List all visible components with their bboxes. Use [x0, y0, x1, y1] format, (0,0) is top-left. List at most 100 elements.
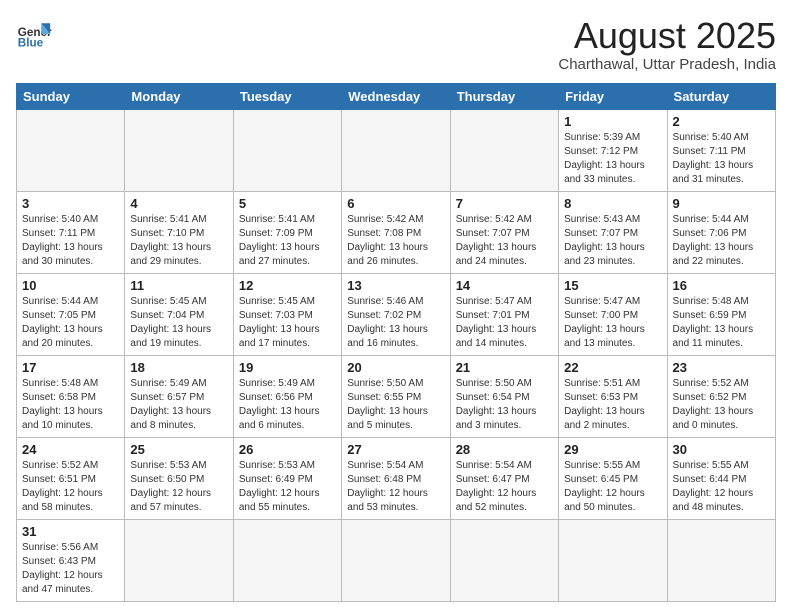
- calendar-cell: [342, 109, 450, 191]
- day-number: 20: [347, 360, 444, 375]
- day-info: Sunrise: 5:43 AM Sunset: 7:07 PM Dayligh…: [564, 213, 661, 269]
- calendar-cell: 24 Sunrise: 5:52 AM Sunset: 6:51 PM Dayli…: [17, 437, 125, 519]
- calendar-cell: 21 Sunrise: 5:50 AM Sunset: 6:54 PM Dayli…: [450, 355, 558, 437]
- calendar-table: SundayMondayTuesdayWednesdayThursdayFrid…: [16, 83, 776, 602]
- day-number: 19: [239, 360, 336, 375]
- calendar-cell: 8Sunrise: 5:43 AM Sunset: 7:07 PM Daylig…: [559, 191, 667, 273]
- day-info: Sunrise: 5:40 AM Sunset: 7:11 PM Dayligh…: [673, 131, 770, 187]
- day-number: 1: [564, 114, 661, 129]
- day-number: 6: [347, 196, 444, 211]
- day-number: 24: [22, 442, 119, 457]
- day-number: 16: [673, 278, 770, 293]
- day-info: Sunrise: 5:50 AM Sunset: 6:54 PM Dayligh…: [456, 377, 553, 433]
- calendar-cell: [450, 519, 558, 601]
- day-info: Sunrise: 5:42 AM Sunset: 7:08 PM Dayligh…: [347, 213, 444, 269]
- day-number: 25: [130, 442, 227, 457]
- day-number: 3: [22, 196, 119, 211]
- day-number: 5: [239, 196, 336, 211]
- day-info: Sunrise: 5:50 AM Sunset: 6:55 PM Dayligh…: [347, 377, 444, 433]
- day-info: Sunrise: 5:44 AM Sunset: 7:05 PM Dayligh…: [22, 295, 119, 351]
- calendar-cell: [125, 519, 233, 601]
- day-number: 30: [673, 442, 770, 457]
- day-info: Sunrise: 5:55 AM Sunset: 6:45 PM Dayligh…: [564, 459, 661, 515]
- calendar-cell: 4Sunrise: 5:41 AM Sunset: 7:10 PM Daylig…: [125, 191, 233, 273]
- day-number: 14: [456, 278, 553, 293]
- calendar-cell: 15 Sunrise: 5:47 AM Sunset: 7:00 PM Dayli…: [559, 273, 667, 355]
- day-number: 18: [130, 360, 227, 375]
- day-number: 22: [564, 360, 661, 375]
- calendar-cell: 23Sunrise: 5:52 AM Sunset: 6:52 PM Dayli…: [667, 355, 775, 437]
- calendar-cell: 27 Sunrise: 5:54 AM Sunset: 6:48 PM Dayli…: [342, 437, 450, 519]
- day-info: Sunrise: 5:54 AM Sunset: 6:47 PM Dayligh…: [456, 459, 553, 515]
- calendar-cell: 29 Sunrise: 5:55 AM Sunset: 6:45 PM Dayli…: [559, 437, 667, 519]
- weekday-header: Thursday: [450, 83, 558, 109]
- day-number: 4: [130, 196, 227, 211]
- day-info: Sunrise: 5:46 AM Sunset: 7:02 PM Dayligh…: [347, 295, 444, 351]
- calendar-cell: 30 Sunrise: 5:55 AM Sunset: 6:44 PM Dayli…: [667, 437, 775, 519]
- day-info: Sunrise: 5:54 AM Sunset: 6:48 PM Dayligh…: [347, 459, 444, 515]
- day-info: Sunrise: 5:49 AM Sunset: 6:56 PM Dayligh…: [239, 377, 336, 433]
- calendar-cell: 1Sunrise: 5:39 AM Sunset: 7:12 PM Daylig…: [559, 109, 667, 191]
- calendar-week-row: 10 Sunrise: 5:44 AM Sunset: 7:05 PM Dayli…: [17, 273, 776, 355]
- calendar-header: SundayMondayTuesdayWednesdayThursdayFrid…: [17, 83, 776, 109]
- day-info: Sunrise: 5:55 AM Sunset: 6:44 PM Dayligh…: [673, 459, 770, 515]
- day-info: Sunrise: 5:48 AM Sunset: 6:58 PM Dayligh…: [22, 377, 119, 433]
- calendar-week-row: 17 Sunrise: 5:48 AM Sunset: 6:58 PM Dayli…: [17, 355, 776, 437]
- calendar-week-row: 1Sunrise: 5:39 AM Sunset: 7:12 PM Daylig…: [17, 109, 776, 191]
- day-info: Sunrise: 5:48 AM Sunset: 6:59 PM Dayligh…: [673, 295, 770, 351]
- calendar-cell: [667, 519, 775, 601]
- weekday-header: Wednesday: [342, 83, 450, 109]
- day-info: Sunrise: 5:47 AM Sunset: 7:00 PM Dayligh…: [564, 295, 661, 351]
- day-info: Sunrise: 5:53 AM Sunset: 6:49 PM Dayligh…: [239, 459, 336, 515]
- calendar-cell: 25Sunrise: 5:53 AM Sunset: 6:50 PM Dayli…: [125, 437, 233, 519]
- calendar-cell: 11 Sunrise: 5:45 AM Sunset: 7:04 PM Dayli…: [125, 273, 233, 355]
- day-number: 31: [22, 524, 119, 539]
- calendar-cell: [342, 519, 450, 601]
- calendar-week-row: 24 Sunrise: 5:52 AM Sunset: 6:51 PM Dayli…: [17, 437, 776, 519]
- day-number: 2: [673, 114, 770, 129]
- svg-text:Blue: Blue: [18, 37, 44, 50]
- day-number: 29: [564, 442, 661, 457]
- logo-icon: General Blue: [16, 16, 52, 52]
- calendar-cell: 14 Sunrise: 5:47 AM Sunset: 7:01 PM Dayli…: [450, 273, 558, 355]
- day-number: 21: [456, 360, 553, 375]
- header: General Blue August 2025 Charthawal, Utt…: [16, 16, 776, 73]
- calendar-title: August 2025: [558, 16, 776, 56]
- calendar-cell: [125, 109, 233, 191]
- day-info: Sunrise: 5:44 AM Sunset: 7:06 PM Dayligh…: [673, 213, 770, 269]
- calendar-cell: 7Sunrise: 5:42 AM Sunset: 7:07 PM Daylig…: [450, 191, 558, 273]
- day-number: 27: [347, 442, 444, 457]
- calendar-cell: 13Sunrise: 5:46 AM Sunset: 7:02 PM Dayli…: [342, 273, 450, 355]
- day-info: Sunrise: 5:40 AM Sunset: 7:11 PM Dayligh…: [22, 213, 119, 269]
- calendar-cell: 9Sunrise: 5:44 AM Sunset: 7:06 PM Daylig…: [667, 191, 775, 273]
- calendar-cell: 22 Sunrise: 5:51 AM Sunset: 6:53 PM Dayli…: [559, 355, 667, 437]
- calendar-cell: 2 Sunrise: 5:40 AM Sunset: 7:11 PM Daylig…: [667, 109, 775, 191]
- day-number: 15: [564, 278, 661, 293]
- weekday-header: Sunday: [17, 83, 125, 109]
- calendar-cell: [233, 109, 341, 191]
- day-number: 10: [22, 278, 119, 293]
- calendar-body: 1Sunrise: 5:39 AM Sunset: 7:12 PM Daylig…: [17, 109, 776, 601]
- calendar-cell: 10 Sunrise: 5:44 AM Sunset: 7:05 PM Dayli…: [17, 273, 125, 355]
- day-info: Sunrise: 5:51 AM Sunset: 6:53 PM Dayligh…: [564, 377, 661, 433]
- calendar-cell: 3 Sunrise: 5:40 AM Sunset: 7:11 PM Daylig…: [17, 191, 125, 273]
- day-info: Sunrise: 5:47 AM Sunset: 7:01 PM Dayligh…: [456, 295, 553, 351]
- calendar-week-row: 3 Sunrise: 5:40 AM Sunset: 7:11 PM Daylig…: [17, 191, 776, 273]
- day-number: 11: [130, 278, 227, 293]
- day-number: 12: [239, 278, 336, 293]
- calendar-cell: 19 Sunrise: 5:49 AM Sunset: 6:56 PM Dayli…: [233, 355, 341, 437]
- calendar-cell: 20 Sunrise: 5:50 AM Sunset: 6:55 PM Dayli…: [342, 355, 450, 437]
- calendar-cell: [17, 109, 125, 191]
- day-info: Sunrise: 5:45 AM Sunset: 7:04 PM Dayligh…: [130, 295, 227, 351]
- calendar-cell: 16 Sunrise: 5:48 AM Sunset: 6:59 PM Dayli…: [667, 273, 775, 355]
- calendar-week-row: 31Sunrise: 5:56 AM Sunset: 6:43 PM Dayli…: [17, 519, 776, 601]
- day-number: 26: [239, 442, 336, 457]
- day-number: 17: [22, 360, 119, 375]
- calendar-cell: 5Sunrise: 5:41 AM Sunset: 7:09 PM Daylig…: [233, 191, 341, 273]
- calendar-cell: [233, 519, 341, 601]
- day-info: Sunrise: 5:52 AM Sunset: 6:52 PM Dayligh…: [673, 377, 770, 433]
- day-number: 28: [456, 442, 553, 457]
- calendar-cell: 12Sunrise: 5:45 AM Sunset: 7:03 PM Dayli…: [233, 273, 341, 355]
- day-info: Sunrise: 5:52 AM Sunset: 6:51 PM Dayligh…: [22, 459, 119, 515]
- calendar-cell: 17 Sunrise: 5:48 AM Sunset: 6:58 PM Dayli…: [17, 355, 125, 437]
